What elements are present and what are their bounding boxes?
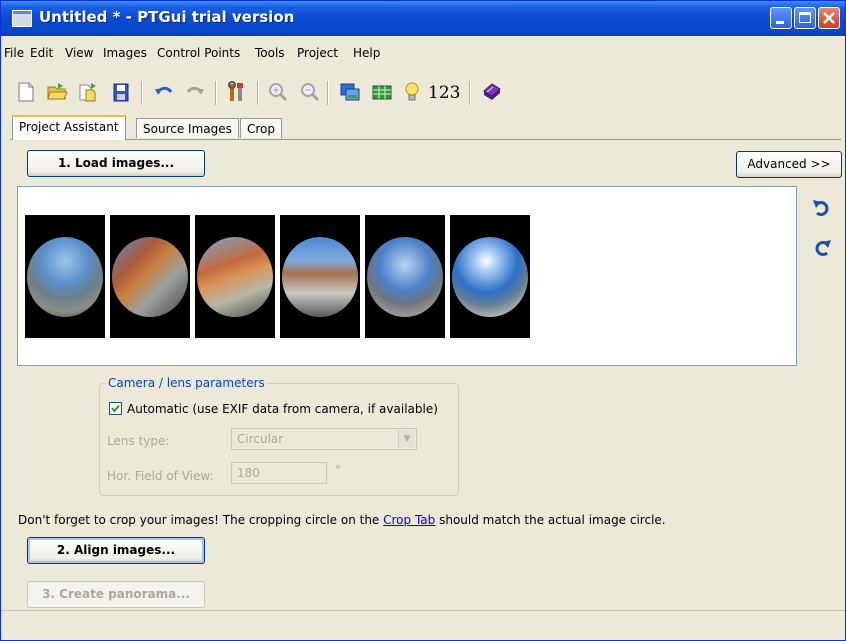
hfov-unit: °	[335, 463, 341, 477]
open-recent-icon[interactable]	[77, 81, 99, 103]
tab-source-images[interactable]: Source Images	[136, 118, 239, 138]
load-images-button[interactable]: 1. Load images...	[27, 150, 205, 177]
menu-tools[interactable]: Tools	[255, 46, 285, 60]
open-folder-icon[interactable]	[46, 81, 68, 103]
numbers-icon[interactable]: 123	[428, 83, 460, 103]
fisheye-image-2[interactable]	[110, 215, 190, 338]
menu-bar: File Edit View Images Control Points Too…	[1, 43, 845, 63]
toolbar-separator	[141, 81, 143, 105]
fisheye-image-4[interactable]	[280, 215, 360, 338]
menu-control-points[interactable]: Control Points	[157, 46, 240, 60]
tab-project-assistant[interactable]: Project Assistant	[12, 115, 126, 140]
hfov-input[interactable]: 180	[231, 462, 327, 484]
menu-images[interactable]: Images	[103, 46, 147, 60]
close-button[interactable]	[818, 7, 840, 29]
fisheye-image-5[interactable]	[365, 215, 445, 338]
table-icon[interactable]	[371, 81, 393, 103]
zoom-out-icon[interactable]	[299, 81, 321, 103]
crop-reminder-text: Don't forget to crop your images! The cr…	[18, 513, 384, 527]
tab-crop[interactable]: Crop	[240, 118, 283, 138]
minimize-button[interactable]	[770, 7, 792, 29]
window-title: Untitled * - PTGui trial version	[39, 8, 295, 26]
lens-type-value: Circular	[237, 432, 284, 446]
save-icon[interactable]	[110, 81, 132, 103]
maximize-button[interactable]	[794, 7, 816, 29]
title-bar[interactable]: Untitled * - PTGui trial version	[1, 1, 845, 36]
image-list[interactable]	[17, 186, 797, 366]
menu-project[interactable]: Project	[297, 46, 338, 60]
crop-reminder: Don't forget to crop your images! The cr…	[18, 513, 666, 527]
app-window: Untitled * - PTGui trial version File Ed…	[0, 0, 846, 641]
automatic-checkbox[interactable]	[109, 402, 122, 415]
redo-icon[interactable]	[184, 81, 206, 103]
advanced-button[interactable]: Advanced >>	[736, 151, 842, 178]
tab-bar: Project Assistant Source Images Crop	[1, 115, 845, 141]
minimize-icon	[776, 21, 784, 24]
tools-icon[interactable]	[225, 81, 247, 103]
crop-tab-link[interactable]: Crop Tab	[383, 513, 435, 527]
fisheye-image-6[interactable]	[450, 215, 530, 338]
toolbar: 123	[1, 73, 845, 113]
menu-help[interactable]: Help	[353, 46, 380, 60]
lens-type-select[interactable]: Circular ▼	[231, 428, 417, 450]
camera-lens-group-title: Camera / lens parameters	[106, 376, 267, 390]
zoom-in-icon[interactable]	[267, 81, 289, 103]
app-icon[interactable]	[12, 10, 32, 27]
chevron-down-icon[interactable]: ▼	[398, 430, 415, 448]
automatic-label[interactable]: Automatic (use EXIF data from camera, if…	[127, 402, 438, 416]
toolbar-separator	[327, 81, 329, 105]
menu-file[interactable]: File	[4, 46, 24, 60]
batch-stitcher-icon[interactable]	[481, 81, 503, 103]
lightbulb-icon[interactable]	[401, 81, 423, 103]
maximize-icon	[799, 12, 811, 23]
lens-type-label: Lens type:	[107, 434, 170, 448]
status-bar	[1, 610, 845, 640]
undo-icon[interactable]	[153, 81, 175, 103]
hfov-label: Hor. Field of View:	[107, 469, 214, 483]
menu-view[interactable]: View	[65, 46, 93, 60]
toolbar-separator	[257, 81, 259, 105]
fisheye-image-1[interactable]	[25, 215, 105, 338]
align-images-button[interactable]: 2. Align images...	[27, 537, 205, 564]
toolbar-separator	[215, 81, 217, 105]
rotate-left-icon[interactable]	[811, 197, 833, 219]
crop-reminder-text-end: should match the actual image circle.	[435, 513, 666, 527]
create-panorama-button[interactable]: 3. Create panorama...	[27, 581, 205, 608]
toolbar-separator	[469, 81, 471, 105]
checkmark-icon	[111, 404, 120, 413]
new-document-icon[interactable]	[15, 81, 37, 103]
close-icon	[823, 12, 835, 24]
fisheye-image-3[interactable]	[195, 215, 275, 338]
panorama-editor-icon[interactable]	[339, 81, 361, 103]
rotate-right-icon[interactable]	[811, 237, 833, 259]
menu-edit[interactable]: Edit	[30, 46, 53, 60]
